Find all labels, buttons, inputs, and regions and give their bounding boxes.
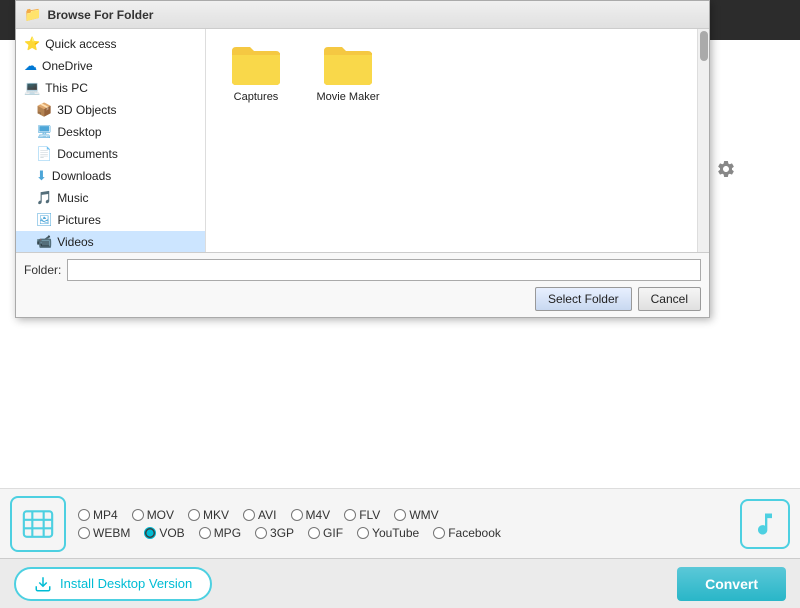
format-option-mp4[interactable]: MP4 xyxy=(78,508,118,522)
pictures-icon: 🖼 xyxy=(36,212,53,228)
select-folder-button[interactable]: Select Folder xyxy=(535,287,632,311)
format-option-mkv[interactable]: MKV xyxy=(188,508,229,522)
format-option-facebook[interactable]: Facebook xyxy=(433,526,501,540)
action-bar: Install Desktop Version Convert xyxy=(0,558,800,608)
desktop-icon: 🖥 xyxy=(36,124,53,140)
downloads-icon: ⬇ xyxy=(36,168,47,184)
format-option-flv[interactable]: FLV xyxy=(344,508,380,522)
install-button[interactable]: Install Desktop Version xyxy=(14,567,212,601)
format-row-2: WEBM VOB MPG 3GP GIF YouTube Facebook xyxy=(78,526,728,540)
dialog-title: Browse For Folder xyxy=(47,8,153,22)
format-row-1: MP4 MOV MKV AVI M4V FLV WMV xyxy=(78,508,728,522)
tree-item-desktop[interactable]: 🖥 Desktop xyxy=(16,121,205,143)
app-container: VOB 📁 Browse For Folder ⭐ Quick access ☁ On… xyxy=(0,0,800,608)
desktop-label: Desktop xyxy=(58,125,102,139)
tree-item-downloads[interactable]: ⬇ Downloads xyxy=(16,165,205,187)
scroll-thumb xyxy=(700,31,708,61)
movie-maker-folder-label: Movie Maker xyxy=(317,91,380,103)
format-option-mpg[interactable]: MPG xyxy=(199,526,241,540)
tree-item-this-pc[interactable]: 💻 This PC xyxy=(16,77,205,99)
format-option-vob[interactable]: VOB xyxy=(144,526,184,540)
folder-grid: Captures Movie Maker xyxy=(216,39,687,242)
tree-item-quick-access[interactable]: ⭐ Quick access xyxy=(16,33,205,55)
tree-item-3d-objects[interactable]: 📦 3D Objects xyxy=(16,99,205,121)
tree-item-onedrive[interactable]: ☁ OneDrive xyxy=(16,55,205,77)
documents-label: Documents xyxy=(57,147,118,161)
scroll-area xyxy=(697,29,709,252)
btn-row: Select Folder Cancel xyxy=(24,287,701,311)
folder-row: Folder: xyxy=(24,259,701,281)
3d-objects-label: 3D Objects xyxy=(57,103,116,117)
dialog-body: ⭐ Quick access ☁ OneDrive💻 This PC 📦 3D Object… xyxy=(16,29,709,252)
format-option-wmv[interactable]: WMV xyxy=(394,508,438,522)
download-icon xyxy=(34,575,52,593)
tree-item-videos[interactable]: 📹 Videos xyxy=(16,231,205,252)
format-option-m4v[interactable]: M4V xyxy=(291,508,331,522)
quick-access-label: Quick access xyxy=(45,37,116,51)
format-option-youtube[interactable]: YouTube xyxy=(357,526,419,540)
folder-label: Folder: xyxy=(24,263,61,277)
tree-item-pictures[interactable]: 🖼 Pictures xyxy=(16,209,205,231)
content-panel: Captures Movie Maker xyxy=(206,29,697,252)
tree-panel[interactable]: ⭐ Quick access ☁ OneDrive💻 This PC 📦 3D Object… xyxy=(16,29,206,252)
convert-button[interactable]: Convert xyxy=(677,567,786,601)
onedrive-icon: ☁ xyxy=(24,58,37,74)
music-label: Music xyxy=(57,191,88,205)
music-icon: 🎵 xyxy=(36,190,52,206)
pictures-label: Pictures xyxy=(58,213,101,227)
videos-icon: 📹 xyxy=(36,234,52,250)
format-option-avi[interactable]: AVI xyxy=(243,508,276,522)
this-pc-label: This PC xyxy=(45,81,88,95)
onedrive-label: OneDrive xyxy=(42,59,93,73)
gear-icon[interactable] xyxy=(712,155,740,183)
music-icon xyxy=(740,499,790,549)
format-option-webm[interactable]: WEBM xyxy=(78,526,130,540)
format-option-mov[interactable]: MOV xyxy=(132,508,174,522)
tree-item-documents[interactable]: 📄 Documents xyxy=(16,143,205,165)
quick-access-icon: ⭐ xyxy=(24,36,40,52)
format-option-3gp[interactable]: 3GP xyxy=(255,526,294,540)
downloads-label: Downloads xyxy=(52,169,111,183)
captures-folder[interactable]: Captures xyxy=(220,43,292,103)
format-icon-box xyxy=(10,496,66,552)
dialog-folder-icon: 📁 xyxy=(24,6,41,23)
movie-maker-folder[interactable]: Movie Maker xyxy=(312,43,384,103)
format-bar: MP4 MOV MKV AVI M4V FLV WMV WEBM VOB MPG 3GP GIF Yo… xyxy=(0,488,800,558)
movie-maker-folder-icon xyxy=(322,43,374,87)
dialog-footer: Folder: Select Folder Cancel xyxy=(16,252,709,317)
file-dialog: 📁 Browse For Folder ⭐ Quick access ☁ OneDri… xyxy=(15,0,710,318)
3d-objects-icon: 📦 xyxy=(36,102,52,118)
cancel-button[interactable]: Cancel xyxy=(638,287,701,311)
documents-icon: 📄 xyxy=(36,146,52,162)
videos-label: Videos xyxy=(57,235,93,249)
tree-item-music[interactable]: 🎵 Music xyxy=(16,187,205,209)
this-pc-icon: 💻 xyxy=(24,80,40,96)
folder-input[interactable] xyxy=(67,259,701,281)
install-label: Install Desktop Version xyxy=(60,576,192,591)
captures-folder-label: Captures xyxy=(234,91,279,103)
format-options: MP4 MOV MKV AVI M4V FLV WMV WEBM VOB MPG 3GP GIF Yo… xyxy=(78,508,728,540)
format-option-gif[interactable]: GIF xyxy=(308,526,343,540)
captures-folder-icon xyxy=(230,43,282,87)
dialog-titlebar: 📁 Browse For Folder xyxy=(16,1,709,29)
